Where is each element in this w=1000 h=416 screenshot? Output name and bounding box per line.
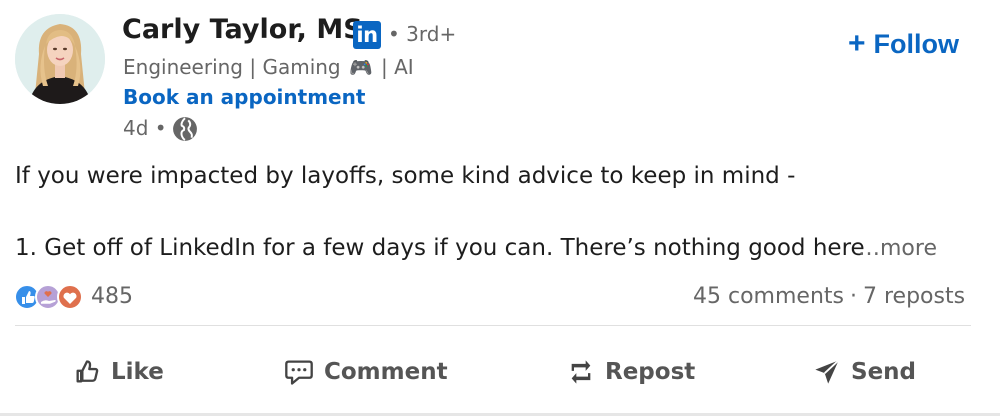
comment-icon (285, 360, 313, 385)
repost-label: Repost (605, 359, 696, 385)
linkedin-premium-icon: in (353, 21, 381, 49)
book-appointment-link[interactable]: Book an appointment (123, 85, 365, 109)
send-label: Send (851, 359, 917, 385)
comment-button[interactable]: Comment (284, 350, 448, 394)
like-button[interactable]: Like (73, 350, 164, 394)
profile-photo (15, 14, 105, 104)
author-avatar[interactable] (15, 14, 105, 104)
repost-icon (571, 360, 591, 384)
reposts-count-link[interactable]: 7 reposts (863, 284, 965, 309)
comments-reposts-summary: 45 comments · 7 reposts (693, 284, 965, 309)
post-text-line-1: If you were impacted by layoffs, some ki… (15, 163, 796, 189)
comment-label: Comment (324, 359, 448, 385)
comments-count-link[interactable]: 45 comments (693, 284, 844, 309)
headline-text-1: Engineering | Gaming (123, 55, 341, 79)
post-text-line-2: 1. Get off of LinkedIn for a few days if… (15, 235, 865, 261)
headline-text-2: | AI (381, 55, 414, 79)
like-label: Like (111, 359, 164, 385)
connection-degree: • 3rd+ (388, 22, 457, 46)
author-name[interactable]: Carly Taylor, MSc (122, 14, 379, 45)
plus-icon: + (848, 27, 866, 60)
thumbs-up-icon (76, 360, 99, 383)
support-reaction-icon (35, 284, 61, 310)
post-timestamp: 4d • (123, 116, 167, 140)
divider (15, 325, 971, 326)
author-headline: Engineering | Gaming 🎮 | AI (123, 55, 414, 79)
send-button[interactable]: Send (813, 350, 916, 394)
follow-label: Follow (873, 29, 960, 59)
see-more-link[interactable]: …more (858, 236, 937, 261)
send-icon (815, 359, 840, 384)
separator-dot: · (849, 284, 857, 309)
reactions-icons[interactable] (14, 283, 90, 311)
globe-icon (173, 117, 197, 141)
reaction-count[interactable]: 485 (91, 284, 133, 309)
repost-button[interactable]: Repost (567, 350, 695, 394)
follow-button[interactable]: + Follow (848, 27, 959, 61)
love-reaction-icon (57, 284, 83, 310)
gamepad-icon: 🎮 (348, 57, 373, 79)
feed-post-card: Carly Taylor, MSc in • 3rd+ Engineering … (0, 0, 1000, 416)
